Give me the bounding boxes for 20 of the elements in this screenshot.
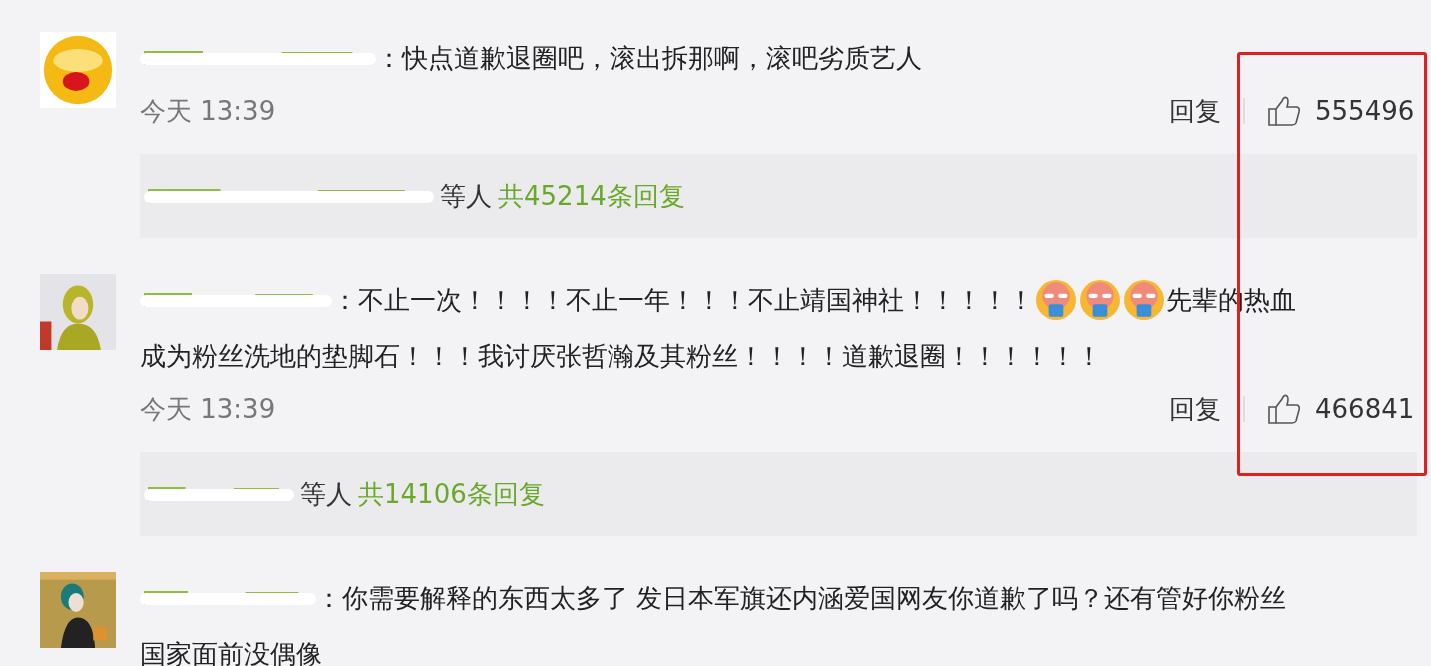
crying-emoji-icon <box>1079 279 1121 321</box>
reply-button[interactable]: 回复 <box>1169 389 1221 429</box>
comment-text: ：快点道歉退圈吧，滚出拆那啊，滚吧劣质艺人 <box>376 41 922 75</box>
thumbs-up-icon[interactable] <box>1267 95 1301 127</box>
reply-thread-panel[interactable]: 等人 共14106条回复 <box>140 452 1417 536</box>
reply-button[interactable]: 回复 <box>1169 91 1221 131</box>
comment-time: 今天 13:39 <box>140 392 276 426</box>
comment-text: ：你需要解释的东西太多了 发日本军旗还内涵爱国网友你道歉了吗？还有管好你粉丝 <box>316 581 1287 615</box>
comment-text: ：不止一次！！！！不止一年！！！不止靖国神社！！！！！ <box>332 283 1034 317</box>
reply-thread-panel[interactable]: 等人 共45214条回复 <box>140 154 1417 238</box>
thread-label: 等人 <box>300 477 352 511</box>
like-count: 466841 <box>1315 392 1415 426</box>
crying-emoji-icon <box>1123 279 1165 321</box>
comment-time: 今天 13:39 <box>140 94 276 128</box>
thumbs-up-icon[interactable] <box>1267 393 1301 425</box>
comment-text: 国家面前没偶像 <box>140 637 322 666</box>
crying-emoji-icon <box>1035 279 1077 321</box>
thread-label: 等人 <box>440 179 492 213</box>
like-count: 555496 <box>1315 94 1415 128</box>
comment-text: 成为粉丝洗地的垫脚石！！！我讨厌张哲瀚及其粉丝！！！！道歉退圈！！！！！！ <box>140 339 1102 373</box>
